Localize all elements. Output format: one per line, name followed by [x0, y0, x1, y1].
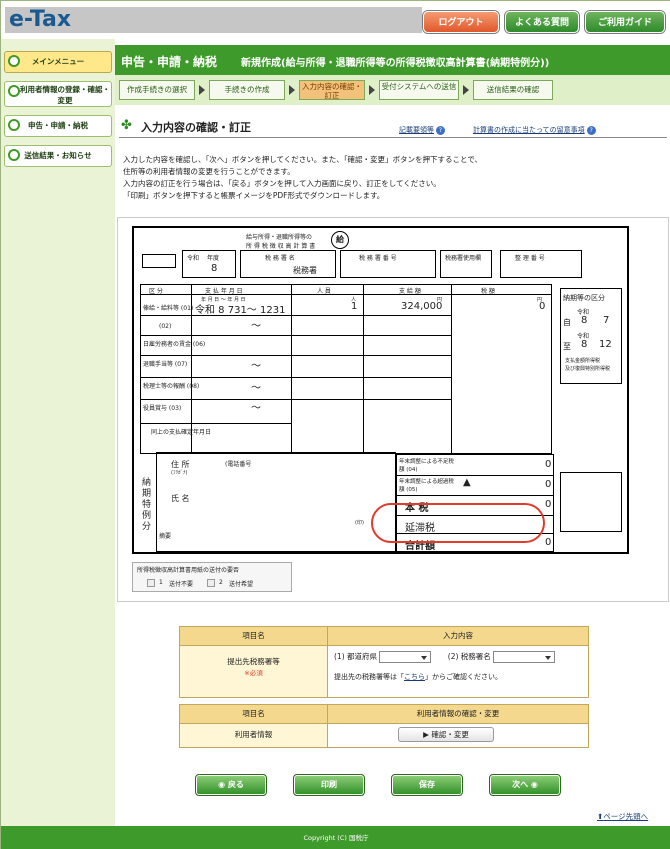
office-value: 税務署: [293, 266, 317, 275]
sidebar-item-results[interactable]: 送信結果・お知らせ: [4, 145, 112, 167]
period-box: 納期等の区分 令和 自 8 7 令和 至 8 12 支払金額所得税 及び復興特別…: [560, 288, 622, 384]
etax-window: e-Tax ログアウト よくある質問 ご利用ガイド メインメニュー 利用者情報の…: [0, 0, 670, 849]
clock-icon: [8, 149, 20, 161]
year-value: 8: [211, 263, 218, 274]
blank-box: [560, 472, 622, 532]
total-highlight: [371, 503, 545, 543]
back-icon: ◉: [218, 780, 228, 789]
salary-tax: 0: [539, 301, 546, 312]
etax-logo[interactable]: e-Tax: [5, 7, 422, 33]
instructions: 入力した内容を確認し、「次へ」ボタンを押してください。また、「確認・変更」ボタン…: [123, 155, 483, 200]
from-month: 7: [603, 315, 610, 326]
to-year: 8: [581, 339, 588, 350]
prefecture-select[interactable]: [379, 651, 432, 663]
form-title-2: 所 得 税 徴 収 高 計 算 書: [246, 243, 316, 250]
step-result: 送信結果の確認: [473, 80, 553, 100]
logout-button[interactable]: ログアウト: [423, 11, 499, 33]
user-info-label: 利用者情報: [180, 724, 328, 747]
submission-table: 項目名 入力内容 提出先税務署等 ※必須 (1) 都道府県 (2) 税務署名 提出…: [179, 626, 589, 698]
arrow-icon: [199, 85, 205, 95]
arrow-icon: [369, 85, 375, 95]
salary-people: 1: [351, 301, 358, 312]
form-stamp: 給: [331, 231, 349, 249]
arrow-icon: [289, 85, 295, 95]
office-box: 税 務 署 名 税務署: [240, 250, 336, 278]
user-icon: [8, 85, 20, 97]
office-label: 提出先税務署等: [227, 657, 280, 666]
notes-link[interactable]: 計算書の作成に当たっての留意事項?: [473, 125, 596, 135]
from-year: 8: [581, 315, 588, 326]
step-select: 作成手続きの選択: [119, 80, 195, 100]
page-subtitle: 新規作成(給与所得・退職所得等の所得税徴収高計算書(納期特例分)): [241, 58, 550, 69]
page-title: 申告・申請・納税: [121, 55, 218, 69]
arrow-icon: [463, 85, 469, 95]
year-box: 令和 年度 8: [182, 250, 236, 278]
row-salary: 俸給・給料等 (01): [143, 305, 194, 312]
checkbox-icon[interactable]: [207, 579, 215, 587]
divider: [119, 137, 667, 138]
progress-steps: 作成手続きの選択 手続きの作成 入力内容の確認・訂正 受付システムへの送信 送信…: [115, 75, 670, 105]
form-preview: 給与所得・退職所得等の 所 得 税 徴 収 高 計 算 書 給 令和 年度 8 税…: [117, 217, 669, 602]
total-value: 0: [545, 537, 552, 548]
to-month: 12: [599, 339, 612, 350]
salary-amount: 324,000: [401, 301, 443, 312]
blank-box: [142, 254, 176, 268]
help-icon: ?: [436, 126, 445, 135]
sidebar-item-label: 送信結果・お知らせ: [24, 151, 92, 160]
step-create: 手続きの作成: [209, 80, 285, 100]
left-label: 納期特例分: [142, 478, 152, 532]
sidebar-item-label: 申告・申請・納税: [28, 121, 88, 130]
salary-date: 令和 8 731〜 1231: [195, 305, 286, 316]
main-content: 申告・申請・納税 新規作成(給与所得・退職所得等の所得税徴収高計算書(納期特例分…: [115, 39, 670, 826]
header: e-Tax ログアウト よくある質問 ご利用ガイド: [1, 1, 670, 39]
office-select[interactable]: [493, 651, 556, 663]
sidebar-item-label: メインメニュー: [31, 57, 85, 66]
next-icon: ◉: [528, 780, 538, 789]
menu-icon: [8, 55, 20, 67]
ref-no-box: 整 理 番 号: [500, 250, 582, 278]
sidebar-item-main-menu[interactable]: メインメニュー: [4, 51, 112, 73]
print-button[interactable]: 印刷: [293, 774, 365, 796]
save-button[interactable]: 保存: [391, 774, 463, 796]
user-info-table: 項目名 利用者情報の確認・変更 利用者情報 ▶ 確認・変更: [179, 704, 589, 748]
guide-link[interactable]: 記載要領等?: [399, 125, 445, 135]
help-icon: ?: [586, 126, 596, 135]
checkbox-icon[interactable]: [147, 579, 155, 587]
page-top-link[interactable]: ⬆ページ先頭へ: [597, 811, 648, 822]
back-button[interactable]: ◉ 戻る: [195, 774, 267, 796]
section-title: 入力内容の確認・訂正: [141, 121, 251, 134]
sidebar: メインメニュー 利用者情報の登録・確認・変更 申告・申請・納税 送信結果・お知ら…: [1, 39, 115, 826]
address-box: 住 所 (電話番号 氏 名 (ﾌﾘｶﾞﾅ) 摘要 (印): [156, 452, 396, 552]
guide-button[interactable]: ご利用ガイド: [585, 11, 665, 33]
next-button[interactable]: 次へ ◉: [489, 774, 561, 796]
step-confirm: 入力内容の確認・訂正: [299, 80, 365, 100]
payment-table: 区 分 支 払 年 月 日 人 員 支 給 額 税 額 年 月 日 〜 年 月 …: [140, 284, 552, 454]
clover-icon: ✤: [121, 118, 132, 133]
office-use-box: 税務署使用欄: [440, 250, 492, 278]
hon-tax-value: 0: [545, 499, 552, 510]
footer: Copyright (C) 国税庁: [1, 826, 670, 849]
form-title-1: 給与所得・退職所得等の: [246, 234, 313, 241]
step-send: 受付システムへの送信: [379, 80, 459, 100]
faq-button[interactable]: よくある質問: [505, 11, 579, 33]
sidebar-item-label: 利用者情報の登録・確認・変更: [20, 85, 110, 105]
confirm-change-button[interactable]: ▶ 確認・変更: [398, 727, 494, 742]
title-bar: 申告・申請・納税 新規作成(給与所得・退職所得等の所得税徴収高計算書(納期特例分…: [115, 45, 670, 75]
sidebar-item-filing[interactable]: 申告・申請・納税: [4, 115, 112, 137]
mailing-option: 所得税徴収高計算書用紙の送付の要否 1 送付不要 2 送付希望: [132, 562, 292, 592]
office-lookup-link[interactable]: こちら: [404, 673, 425, 681]
required-mark: ※必須: [244, 669, 263, 677]
sidebar-item-user-info[interactable]: 利用者情報の登録・確認・変更: [4, 81, 112, 107]
office-no-box: 税 務 署 番 号: [340, 250, 436, 278]
document-icon: [8, 119, 20, 131]
